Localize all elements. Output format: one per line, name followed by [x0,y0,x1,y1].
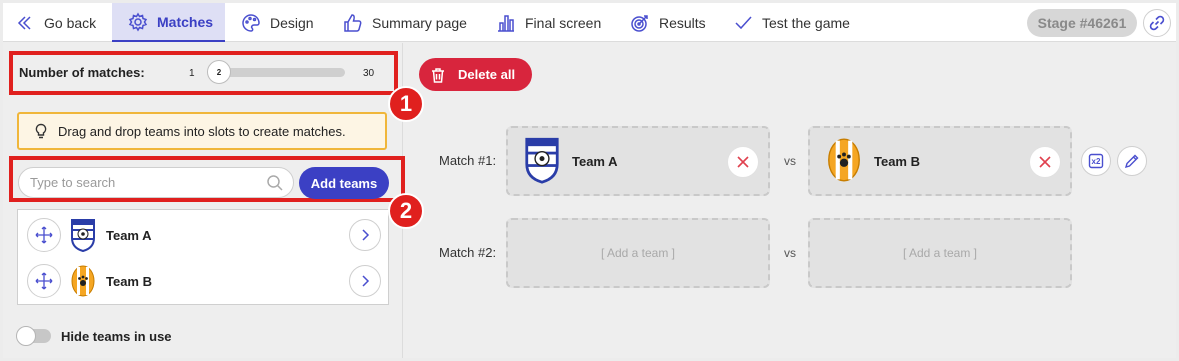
link-button[interactable] [1143,9,1171,37]
nav-design-label: Design [270,14,314,31]
nav-go-back[interactable]: Go back [15,3,105,42]
teams-panel: Number of matches: 1 2 30 Drag and drop … [3,43,405,358]
move-arrows-icon [35,272,53,290]
edit-match-button[interactable] [1117,146,1147,176]
match-2-home-slot[interactable]: [ Add a team ] [506,218,770,288]
slot-team-name: Team A [572,154,618,169]
nav-tab-design[interactable]: Design [241,3,314,42]
double-points-button[interactable]: x2 [1081,146,1111,176]
close-icon [1039,156,1051,168]
matches-slider-thumb[interactable]: 2 [207,60,231,84]
remove-team-button[interactable] [727,146,759,178]
trash-icon [432,67,444,83]
nav-tab-test-the-game[interactable]: Test the game [733,3,850,42]
nav-results-label: Results [659,14,706,31]
move-arrows-icon [35,226,53,244]
pencil-icon [1124,154,1139,169]
drag-handle[interactable] [27,218,61,252]
drag-handle[interactable] [27,264,61,298]
vs-label: vs [784,154,796,168]
team-list-item[interactable]: Team A [18,212,388,258]
slider-max-label: 30 [363,68,375,79]
remove-team-button[interactable] [1029,146,1061,178]
matches-count-label: Number of matches: [19,65,145,80]
gear-icon [128,12,148,31]
nav-go-back-label: Go back [44,14,97,31]
match-1-home-slot[interactable]: Team A [506,126,770,196]
hint-text: Drag and drop teams into slots to create… [58,123,346,139]
match-label: Match #1: [439,153,497,168]
multiplier-label: x2 [1091,156,1101,166]
thumbs-up-icon [344,13,362,32]
team-list-item[interactable]: Team B [18,258,388,304]
hint-box: Drag and drop teams into slots to create… [17,112,387,150]
add-teams-button[interactable]: Add teams [299,167,389,199]
nav-tab-results[interactable]: Results [630,3,706,42]
nav-tab-matches[interactable]: Matches [112,3,225,42]
team-b-paw-logo [828,138,860,182]
check-icon [735,15,752,29]
empty-slot-placeholder: [ Add a team ] [902,246,978,260]
slot-team-name: Team B [874,154,920,169]
team-a-shield-logo [71,219,95,252]
team-b-paw-logo [71,265,95,297]
chevrons-left-icon [17,15,31,30]
palette-icon [242,13,260,32]
chevron-right-icon [362,229,370,241]
team-details-button[interactable] [349,265,381,297]
nav-test-the-game-label: Test the game [762,14,850,31]
link-icon [1149,15,1165,31]
callout-marker: 2 [388,193,424,229]
bar-chart-icon [498,14,514,32]
delete-all-label: Delete all [458,67,516,82]
team-name: Team B [106,273,152,289]
search-icon [267,175,283,191]
empty-slot-placeholder: [ Add a team ] [600,246,676,260]
nav-tab-summary-page[interactable]: Summary page [343,3,467,42]
lightbulb-icon [35,123,47,139]
hide-teams-label: Hide teams in use [61,329,172,344]
nav-matches-label: Matches [157,13,214,30]
matches-slider-track[interactable] [213,68,345,77]
match-label: Match #2: [439,245,497,260]
stage-badge: Stage #46261 [1027,9,1137,37]
match-1-away-slot[interactable]: Team B [808,126,1072,196]
match-2-away-slot[interactable]: [ Add a team ] [808,218,1072,288]
vs-label: vs [784,246,796,260]
toggle-knob[interactable] [16,326,36,346]
delete-all-button[interactable]: Delete all [419,58,532,91]
nav-summary-page-label: Summary page [372,14,467,31]
team-list: Team A Team B [17,209,389,305]
team-a-shield-logo [525,137,559,184]
close-icon [737,156,749,168]
target-icon [631,14,648,32]
app-frame: Go back Matches Design Summary page Fina… [3,3,1176,358]
team-search-input[interactable] [18,167,294,198]
matches-count-control: Number of matches: 1 2 30 [9,51,398,95]
slider-min-label: 1 [189,68,195,79]
nav-final-screen-label: Final screen [525,14,602,31]
top-nav: Go back Matches Design Summary page Fina… [3,3,1176,42]
team-name: Team A [106,227,152,243]
chevron-right-icon [362,275,370,287]
callout-marker: 1 [388,86,424,122]
nav-tab-final-screen[interactable]: Final screen [496,3,601,42]
team-details-button[interactable] [349,219,381,251]
